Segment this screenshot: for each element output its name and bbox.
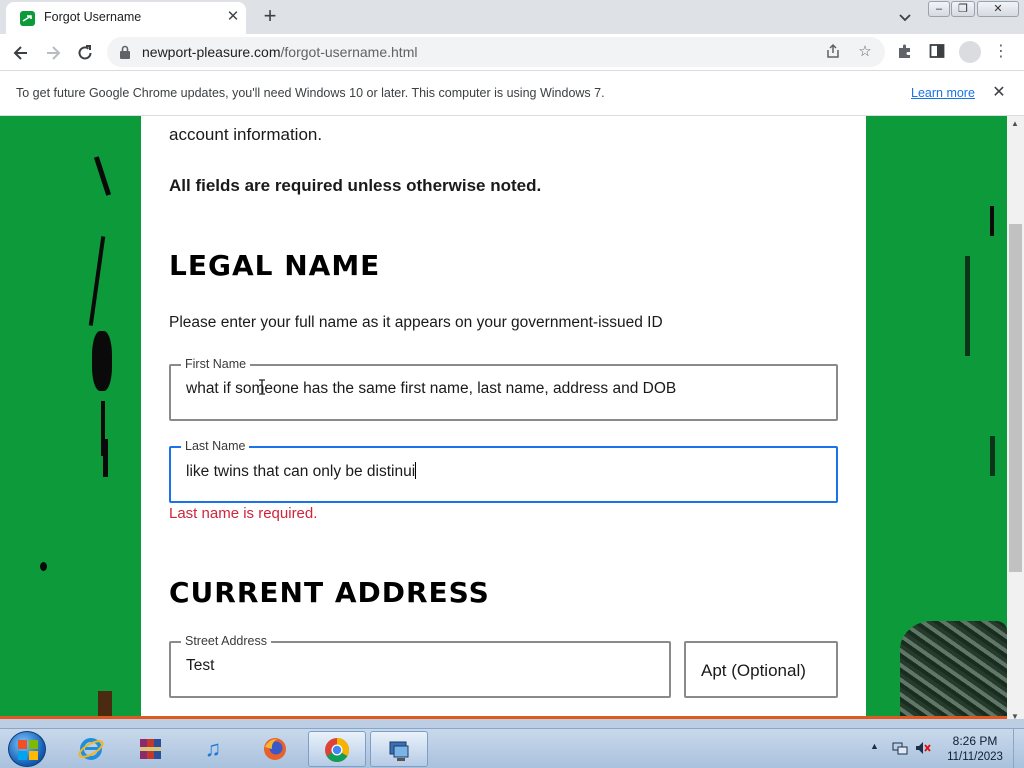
background-streak [88, 236, 106, 326]
firefox-icon [261, 735, 289, 763]
last-name-label: Last Name [181, 439, 250, 453]
firefox-taskbar-button[interactable] [246, 731, 304, 767]
chrome-icon [323, 736, 351, 764]
first-name-label: First Name [181, 357, 251, 371]
volume-muted-icon[interactable] [915, 740, 931, 756]
current-address-heading: CURRENT ADDRESS [169, 576, 490, 609]
archive-books-icon [137, 735, 165, 763]
taskbar-edge [0, 719, 1024, 728]
apt-field[interactable]: Apt (Optional) [684, 641, 838, 698]
clock-time[interactable]: 8:26 PM [944, 734, 1006, 748]
tab-search-chevron-icon[interactable] [895, 7, 915, 27]
learn-more-link[interactable]: Learn more [911, 86, 975, 100]
form-panel: account information. All fields are requ… [141, 116, 866, 716]
background-streak [965, 256, 970, 356]
background-streak [98, 691, 112, 716]
remote-desktop-taskbar-button[interactable] [370, 731, 428, 767]
background-streak [92, 331, 112, 391]
legal-name-heading: LEGAL NAME [169, 249, 381, 282]
reload-icon[interactable] [73, 41, 97, 65]
intro-text: account information. [169, 125, 323, 144]
first-name-field[interactable]: First Name what if someone has the same … [169, 357, 838, 421]
text-cursor-icon [259, 379, 265, 395]
start-button[interactable] [8, 731, 46, 767]
chrome-taskbar-button[interactable] [308, 731, 366, 767]
required-fields-note: All fields are required unless otherwise… [169, 176, 542, 195]
more-menu-icon[interactable]: ⋮ [991, 42, 1011, 62]
page-viewport: account information. All fields are requ… [0, 116, 1007, 716]
music-note-icon: ♫ [204, 736, 222, 761]
archive-manager-taskbar-button[interactable] [122, 731, 180, 767]
scrollbar-thumb[interactable] [1009, 224, 1022, 572]
background-streak [40, 562, 47, 571]
last-name-error: Last name is required. [169, 505, 318, 522]
legal-name-helper: Please enter your full name as it appear… [169, 314, 663, 331]
street-address-label: Street Address [181, 634, 271, 648]
clock-date[interactable]: 11/11/2023 [941, 751, 1009, 763]
remote-desktop-icon [385, 736, 413, 764]
show-desktop-button[interactable] [1013, 729, 1024, 768]
street-address-value[interactable]: Test [186, 657, 214, 675]
text-caret [415, 462, 417, 479]
background-streak [103, 439, 108, 477]
profile-avatar-icon[interactable] [959, 41, 981, 63]
page-scrollbar[interactable]: ▲ ▼ [1007, 116, 1024, 728]
tab-close-icon[interactable]: ✕ [224, 8, 242, 26]
tab-title: Forgot Username [44, 10, 142, 24]
tab-forgot-username[interactable]: Forgot Username ✕ [6, 2, 246, 34]
windows-taskbar: ♫ ▲ 8:26 PM 11/11/2023 [0, 728, 1024, 768]
url-text[interactable]: newport-pleasure.com/forgot-username.htm… [142, 44, 417, 60]
last-name-value[interactable]: like twins that can only be distinui [186, 462, 417, 481]
update-infobar: To get future Google Chrome updates, you… [0, 72, 1024, 116]
site-favicon-icon [20, 11, 35, 26]
window-close-button[interactable]: ✕ [977, 1, 1019, 17]
internet-explorer-icon [77, 735, 105, 763]
extensions-puzzle-icon[interactable] [895, 42, 915, 62]
background-streak [990, 436, 995, 476]
side-panel-icon[interactable] [927, 42, 947, 62]
tab-strip: Forgot Username ✕ + – ❐ ✕ [0, 0, 1024, 34]
background-texture [900, 621, 1007, 716]
infobar-message: To get future Google Chrome updates, you… [16, 86, 605, 100]
last-name-field[interactable]: Last Name like twins that can only be di… [169, 439, 838, 503]
internet-explorer-taskbar-button[interactable] [62, 731, 120, 767]
street-address-field[interactable]: Street Address Test [169, 634, 671, 698]
window-restore-button[interactable]: ❐ [951, 1, 975, 17]
address-bar[interactable]: newport-pleasure.com/forgot-username.htm… [107, 37, 885, 67]
bookmark-star-icon[interactable]: ☆ [856, 43, 874, 61]
browser-toolbar: newport-pleasure.com/forgot-username.htm… [0, 34, 1024, 71]
window-minimize-button[interactable]: – [928, 1, 950, 17]
itunes-taskbar-button[interactable]: ♫ [184, 731, 242, 767]
background-streak [93, 156, 112, 196]
scroll-up-arrow-icon[interactable]: ▲ [1011, 119, 1019, 128]
lock-icon[interactable] [119, 45, 131, 59]
back-arrow-icon[interactable] [9, 41, 33, 65]
forward-arrow-icon[interactable] [41, 41, 65, 65]
new-tab-button[interactable]: + [260, 5, 280, 27]
apt-placeholder: Apt (Optional) [701, 661, 806, 680]
share-icon[interactable] [824, 43, 842, 61]
network-icon[interactable] [892, 740, 908, 756]
tray-expand-arrow-icon[interactable]: ▲ [870, 741, 879, 751]
system-tray: ▲ 8:26 PM 11/11/2023 [862, 729, 1024, 768]
background-streak [990, 206, 994, 236]
infobar-close-icon[interactable]: ✕ [990, 84, 1008, 102]
